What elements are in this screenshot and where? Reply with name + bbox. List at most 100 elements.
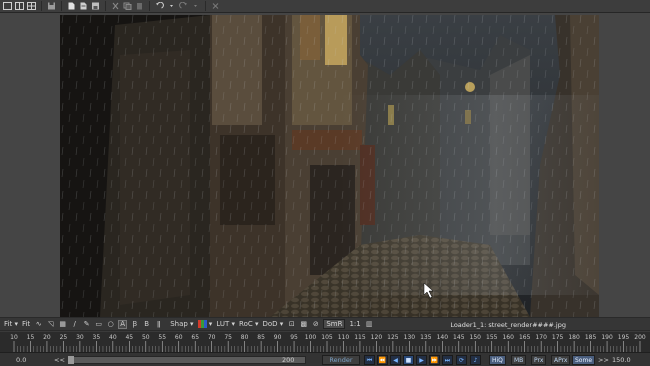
bold-icon[interactable]: B xyxy=(142,320,151,329)
timeline-tick-label: 170 xyxy=(535,334,547,341)
lut-dropdown[interactable]: LUT ▾ xyxy=(216,320,235,328)
timeline-tick-label: 105 xyxy=(321,334,333,341)
brush-tool-icon[interactable]: ✎ xyxy=(82,320,91,329)
dod-toggle[interactable]: DoD ▾ xyxy=(263,320,284,328)
curve-tool-icon[interactable]: ∿ xyxy=(34,320,43,329)
save-file-icon[interactable] xyxy=(90,1,101,11)
stroke-icon[interactable]: ǁ xyxy=(154,320,163,329)
timeline-tick-label: 200 xyxy=(634,334,646,341)
fit-value-label: Fit xyxy=(21,320,31,328)
redo-icon[interactable] xyxy=(178,1,189,11)
timeline-tick-label: 90 xyxy=(273,334,282,341)
timeline-tick-label: 190 xyxy=(601,334,613,341)
image-viewer[interactable] xyxy=(0,13,650,317)
loop-icon[interactable]: ⟳ xyxy=(456,355,467,365)
blue-channel-swatch[interactable] xyxy=(203,320,207,328)
roc-toggle[interactable]: RoC ▾ xyxy=(239,320,258,328)
copy-icon[interactable] xyxy=(122,1,133,11)
timeline-tick-label: 55 xyxy=(158,334,167,341)
polygon-tool-icon[interactable]: ◹ xyxy=(46,320,55,329)
undo-icon[interactable] xyxy=(154,1,165,11)
timeline-tick-label: 185 xyxy=(584,334,597,341)
timeline-tick-label: 160 xyxy=(502,334,514,341)
brush-settings-icon[interactable]: Ꞵ xyxy=(130,320,139,329)
dod-label: DoD xyxy=(262,320,278,328)
step-back-button[interactable]: ⏪ xyxy=(377,355,388,365)
timeline-tick-label: 45 xyxy=(125,334,134,341)
save-icon[interactable] xyxy=(46,1,57,11)
timeline-tick-label: 145 xyxy=(453,334,465,341)
toolbar-divider xyxy=(105,1,106,11)
viewer-controls: Fit ▾ Fit ∿ ◹ ▦ / ✎ ▭ ○ A Ꞵ B ǁ Shap ▾ ▾… xyxy=(0,317,650,331)
timeline-tick-label: 60 xyxy=(174,334,183,341)
text-tool-icon[interactable]: A xyxy=(118,319,128,329)
shape-dropdown[interactable]: Shap ▾ xyxy=(170,320,193,328)
ratio-toggle[interactable]: 1:1 xyxy=(349,320,360,328)
global-start-field[interactable]: 0.0 xyxy=(16,355,26,365)
gradient-tool-icon[interactable]: ▦ xyxy=(58,320,67,329)
render-range-slider[interactable] xyxy=(68,356,306,364)
paste-icon[interactable] xyxy=(134,1,145,11)
render-end-field[interactable]: 200 xyxy=(282,355,294,365)
timeline-tick-label: 150 xyxy=(469,334,481,341)
lut-label: LUT xyxy=(216,320,230,328)
mb-toggle[interactable]: MB xyxy=(511,355,527,365)
chevron-down-icon[interactable] xyxy=(190,1,201,11)
chevron-down-icon[interactable] xyxy=(166,1,177,11)
go-to-end-button[interactable]: ⏭ xyxy=(442,355,453,365)
some-toggle[interactable]: Some xyxy=(572,355,596,365)
ratio-label: 1:1 xyxy=(349,320,361,328)
open-file-icon[interactable] xyxy=(78,1,89,11)
prx-toggle[interactable]: Prx xyxy=(531,355,547,365)
play-reverse-button[interactable]: ◀ xyxy=(390,355,401,365)
next-range-button[interactable]: >> xyxy=(598,355,609,365)
circle-tool-icon[interactable]: ○ xyxy=(106,320,115,329)
cut-icon[interactable] xyxy=(110,1,121,11)
timeline-ruler[interactable]: 10 15 20 25 30 35 40 45 50 55 60 65 70 75 80 85 90 95 100 1… xyxy=(0,332,650,352)
toolbar-divider xyxy=(205,1,206,11)
timeline-tick-label: 165 xyxy=(518,334,531,341)
play-forward-button[interactable]: ▶ xyxy=(416,355,427,365)
timeline-tick-label: 120 xyxy=(370,334,383,341)
timeline-tick-label: 15 xyxy=(26,334,35,341)
timeline-tick-label: 155 xyxy=(486,334,498,341)
layout-quad-icon[interactable] xyxy=(26,1,37,11)
panel-icon[interactable]: ▥ xyxy=(365,320,374,329)
audio-icon[interactable]: ♪ xyxy=(470,355,481,365)
grid-icon[interactable]: ▩ xyxy=(299,320,308,329)
render-button[interactable]: Render xyxy=(322,355,360,365)
go-to-start-button[interactable]: ⏮ xyxy=(364,355,375,365)
transform-icon[interactable]: ⊘ xyxy=(311,320,320,329)
aprx-toggle[interactable]: APrx xyxy=(551,355,571,365)
fit-dropdown[interactable]: Fit ▾ xyxy=(4,320,18,328)
fit-value-dropdown[interactable]: Fit xyxy=(22,320,30,328)
layout-single-icon[interactable] xyxy=(2,1,13,11)
layout-split-icon[interactable] xyxy=(14,1,25,11)
timeline-tick-label: 115 xyxy=(354,334,366,341)
step-forward-button[interactable]: ⏩ xyxy=(429,355,440,365)
prev-range-button[interactable]: << xyxy=(54,355,65,365)
timeline-tick-label: 30 xyxy=(76,334,84,341)
timeline-tick-label: 110 xyxy=(337,334,350,341)
timeline-tick-label: 20 xyxy=(43,334,51,341)
timeline-tick-label: 85 xyxy=(257,334,265,341)
channel-swatches[interactable]: ▾ xyxy=(197,320,212,328)
smr-toggle[interactable]: SmR xyxy=(323,319,346,329)
timeline-tick-label: 195 xyxy=(617,334,630,341)
timeline-tick-label: 140 xyxy=(436,334,449,341)
toolbar-divider xyxy=(149,1,150,11)
range-start-handle[interactable] xyxy=(68,356,74,364)
toolbar-divider xyxy=(61,1,62,11)
line-tool-icon[interactable]: / xyxy=(70,320,79,329)
rendered-street-image[interactable] xyxy=(60,15,599,317)
stop-button[interactable]: ■ xyxy=(403,355,414,365)
close-icon[interactable] xyxy=(210,1,221,11)
timeline-tick-label: 65 xyxy=(191,334,200,341)
loader-filename: Loader1_1: street_render####.jpg xyxy=(450,321,566,329)
timeline-tick-label: 80 xyxy=(240,334,249,341)
rectangle-tool-icon[interactable]: ▭ xyxy=(94,320,103,329)
lock-icon[interactable]: ⊡ xyxy=(287,320,296,329)
global-end-field[interactable]: 150.0 xyxy=(612,355,631,365)
hiq-toggle[interactable]: HiQ xyxy=(489,355,506,365)
new-file-icon[interactable] xyxy=(66,1,77,11)
